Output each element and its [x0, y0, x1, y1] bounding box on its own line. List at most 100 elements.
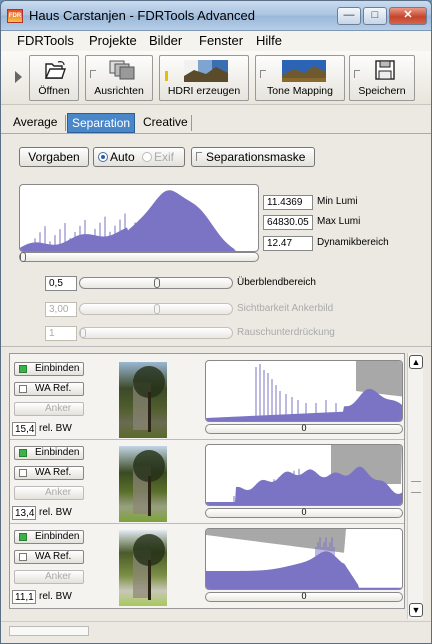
anchor-button: Anker	[14, 402, 84, 416]
title-bar[interactable]: FDR Haus Carstanjen - FDRTools Advanced …	[1, 1, 431, 31]
image-list-panel: Einbinden WA Ref. Anker 15,4 rel. BW 0 E…	[9, 353, 405, 609]
separation-mask-label: Separationsmaske	[206, 150, 306, 164]
source-image-thumbnail[interactable]	[119, 530, 167, 606]
include-checkbox[interactable]	[19, 449, 27, 457]
anchor-button: Anker	[14, 486, 84, 500]
folder-open-icon	[44, 61, 66, 79]
anchor-visibility-slider	[79, 303, 233, 315]
menu-fdrtools[interactable]: FDRTools	[17, 33, 74, 48]
hdri-button[interactable]: HDRI erzeugen	[159, 55, 249, 101]
histogram-range-thumb[interactable]	[20, 252, 26, 262]
wa-ref-toggle[interactable]: WA Ref.	[14, 550, 84, 564]
histogram-area	[206, 551, 402, 589]
min-lumi-field: 11.4369	[263, 195, 313, 210]
wa-ref-checkbox[interactable]	[19, 385, 27, 393]
menu-fenster[interactable]: Fenster	[199, 33, 243, 48]
image-weight-slider[interactable]: 0	[205, 591, 403, 602]
presets-button[interactable]: Vorgaben	[19, 147, 89, 167]
save-label: Speichern	[358, 85, 406, 97]
source-image-thumbnail[interactable]	[119, 446, 167, 522]
image-histogram	[205, 360, 403, 422]
exif-label: Exif	[154, 150, 175, 164]
anchor-visibility-label: Sichtbarkeit Ankerbild	[237, 303, 334, 314]
mode-radio-group: Auto Exif	[93, 147, 185, 167]
progress-bar	[9, 626, 89, 636]
blend-range-label: Überblendbereich	[237, 277, 316, 288]
histogram-area	[20, 190, 258, 251]
tab-separator	[191, 115, 192, 131]
close-button[interactable]: ✕	[389, 7, 427, 25]
anchor-visibility-thumb	[154, 304, 160, 314]
relative-ev-label: rel. BW	[39, 423, 72, 434]
scroll-grip[interactable]	[411, 481, 421, 493]
image-weight-value: 0	[301, 507, 307, 517]
wa-ref-toggle[interactable]: WA Ref.	[14, 382, 84, 396]
separation-mask-button[interactable]: Separationsmaske	[191, 147, 315, 167]
scroll-up-arrow-icon[interactable]: ▲	[409, 355, 423, 369]
relative-ev-field: 11,1	[12, 590, 36, 604]
include-toggle[interactable]: Einbinden	[14, 530, 84, 544]
tab-creative[interactable]: Creative	[139, 113, 192, 133]
wa-ref-checkbox[interactable]	[19, 469, 27, 477]
include-checkbox[interactable]	[19, 533, 27, 541]
image-row: Einbinden WA Ref. Anker 11,1 rel. BW 0	[10, 524, 404, 608]
wa-ref-checkbox[interactable]	[19, 553, 27, 561]
image-row: Einbinden WA Ref. Anker 13,4 rel. BW 0	[10, 440, 404, 524]
tree-house-picture	[133, 366, 165, 432]
save-button[interactable]: Speichern	[349, 55, 415, 101]
min-lumi-label: Min Lumi	[317, 196, 358, 207]
include-toggle[interactable]: Einbinden	[14, 446, 84, 460]
image-weight-slider[interactable]: 0	[205, 507, 403, 518]
anchor-button: Anker	[14, 570, 84, 584]
tab-separator	[65, 115, 66, 131]
section-divider	[1, 346, 431, 347]
mask-region	[356, 361, 402, 397]
exif-radio[interactable]	[142, 152, 152, 162]
maximize-button[interactable]: □	[363, 7, 387, 25]
image-list-scrollbar[interactable]: ▲ ▼	[407, 353, 423, 619]
relative-ev-field: 13,4	[12, 506, 36, 520]
image-histogram	[205, 528, 403, 590]
noise-reduction-field: 1	[45, 326, 77, 341]
tonemap-check-marker	[260, 70, 266, 78]
source-image-thumbnail[interactable]	[119, 362, 167, 438]
include-toggle[interactable]: Einbinden	[14, 362, 84, 376]
tab-separation[interactable]: Separation	[67, 113, 136, 133]
relative-ev-field: 15,4	[12, 422, 36, 436]
image-weight-value: 0	[301, 423, 307, 433]
blend-range-thumb[interactable]	[154, 278, 160, 288]
menu-bilder[interactable]: Bilder	[149, 33, 182, 48]
menu-hilfe[interactable]: Hilfe	[256, 33, 282, 48]
tone-mapping-button[interactable]: Tone Mapping	[255, 55, 345, 101]
hdri-active-indicator	[165, 71, 168, 81]
wa-ref-label: WA Ref.	[35, 383, 72, 394]
tone-mapping-label: Tone Mapping	[267, 85, 333, 97]
toolbar-expand-arrow-icon[interactable]	[15, 71, 22, 83]
scroll-down-arrow-icon[interactable]: ▼	[409, 603, 423, 617]
relative-ev-label: rel. BW	[39, 507, 72, 518]
tab-average[interactable]: Average	[9, 113, 61, 133]
histogram-area	[206, 388, 402, 421]
dynamic-range-field: 12.47	[263, 236, 313, 251]
align-button[interactable]: Ausrichten	[85, 55, 153, 101]
histogram-range-slider[interactable]	[19, 252, 259, 262]
mode-tabs: Average Separation Creative	[1, 111, 431, 135]
auto-radio[interactable]	[98, 152, 108, 162]
wa-ref-toggle[interactable]: WA Ref.	[14, 466, 84, 480]
max-lumi-field: 64830.05	[263, 215, 313, 230]
blend-range-field[interactable]: 0,5	[45, 276, 77, 291]
relative-ev-label: rel. BW	[39, 591, 72, 602]
include-label: Einbinden	[35, 447, 80, 458]
include-checkbox[interactable]	[19, 365, 27, 373]
open-button[interactable]: Öffnen	[29, 55, 79, 101]
minimize-button[interactable]: —	[337, 7, 361, 25]
wa-ref-label: WA Ref.	[35, 467, 72, 478]
image-weight-slider[interactable]: 0	[205, 423, 403, 434]
noise-reduction-slider	[79, 327, 233, 339]
include-label: Einbinden	[35, 363, 80, 374]
blend-range-slider[interactable]	[79, 277, 233, 289]
menu-projekte[interactable]: Projekte	[89, 33, 137, 48]
status-bar	[1, 621, 431, 643]
auto-label: Auto	[110, 150, 135, 164]
include-label: Einbinden	[35, 531, 80, 542]
